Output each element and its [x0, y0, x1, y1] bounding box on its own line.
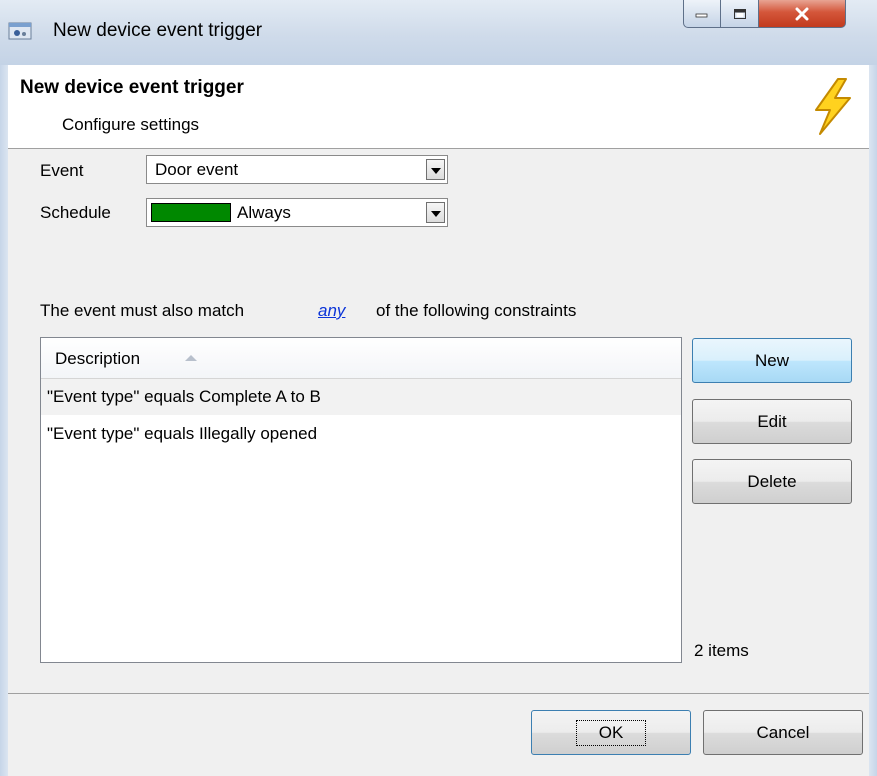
event-dropdown-value: Door event [155, 160, 239, 179]
header-subtitle: Configure settings [62, 115, 200, 134]
window-frame-right [869, 65, 877, 776]
window-title: New device event trigger [53, 20, 263, 41]
list-item-text: "Event type" equals Illegally opened [47, 424, 318, 443]
new-button[interactable]: New [692, 338, 852, 383]
edit-button[interactable]: Edit [692, 399, 852, 444]
event-label: Event [40, 161, 84, 180]
close-button[interactable] [759, 0, 846, 28]
minimize-icon [695, 13, 708, 17]
ok-button[interactable]: OK [531, 710, 691, 755]
minimize-button[interactable] [683, 0, 721, 28]
event-dropdown[interactable]: Door event [146, 155, 448, 184]
schedule-color-swatch [151, 203, 231, 222]
close-icon [795, 7, 809, 20]
schedule-label: Schedule [40, 203, 111, 222]
item-count: 2 items [694, 641, 749, 660]
constraints-list[interactable]: Description "Event type" equals Complete… [40, 337, 682, 663]
cancel-button[interactable]: Cancel [703, 710, 863, 755]
constraints-prefix: The event must also match [40, 301, 245, 320]
column-header-description[interactable]: Description [41, 338, 681, 379]
delete-button[interactable]: Delete [692, 459, 852, 504]
maximize-icon [733, 8, 746, 19]
schedule-dropdown-value: Always [237, 203, 291, 222]
ok-button-label: OK [575, 719, 647, 746]
list-item-text: "Event type" equals Complete A to B [47, 387, 321, 406]
column-header-label: Description [55, 349, 141, 368]
window-frame-left [0, 65, 8, 776]
constraints-suffix: of the following constraints [376, 301, 577, 320]
match-mode-link[interactable]: any [318, 301, 345, 321]
maximize-button[interactable] [721, 0, 759, 28]
header-title: New device event trigger [20, 77, 244, 98]
list-item[interactable]: "Event type" equals Complete A to B [41, 379, 681, 415]
chevron-down-icon[interactable] [426, 159, 445, 180]
lightning-bolt-icon [815, 78, 851, 135]
chevron-down-icon[interactable] [426, 202, 445, 223]
sort-ascending-icon [185, 355, 197, 361]
list-item[interactable]: "Event type" equals Illegally opened [41, 416, 681, 452]
app-icon [8, 22, 32, 40]
schedule-dropdown[interactable]: Always [146, 198, 448, 227]
